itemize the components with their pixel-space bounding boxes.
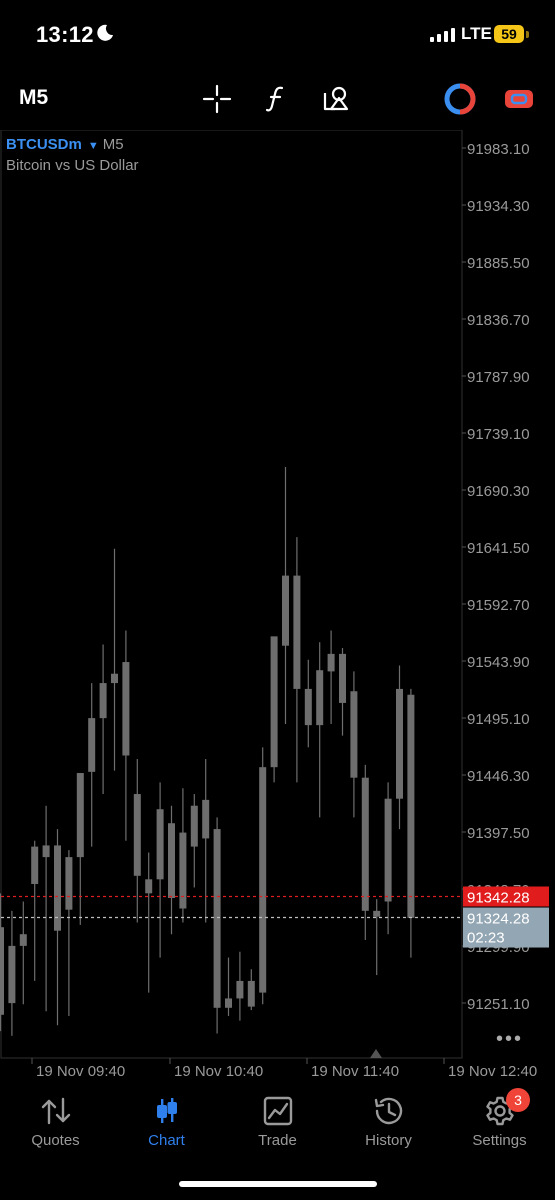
candle-body bbox=[122, 662, 130, 756]
candle-body bbox=[76, 773, 84, 858]
crosshair-icon[interactable] bbox=[200, 82, 234, 116]
bar-countdown-label: 02:23 bbox=[467, 930, 505, 947]
y-tick-label: 91836.70 bbox=[467, 312, 530, 329]
candle-body bbox=[0, 927, 4, 1015]
network-label: LTE bbox=[461, 24, 492, 43]
candle-body bbox=[316, 670, 324, 726]
y-tick-label: 91787.90 bbox=[467, 369, 530, 386]
candle-body bbox=[19, 934, 27, 946]
symbol-dropdown-icon: ▼ bbox=[87, 140, 99, 152]
candle-body bbox=[236, 980, 244, 999]
y-tick-label: 91592.70 bbox=[467, 597, 530, 614]
trade-chart-icon bbox=[222, 1094, 333, 1128]
candle-body bbox=[247, 980, 255, 1007]
nav-history[interactable]: History bbox=[333, 1088, 444, 1168]
settings-notification-badge: 3 bbox=[506, 1088, 530, 1112]
candle-body bbox=[179, 832, 187, 909]
objects-icon[interactable] bbox=[318, 82, 352, 116]
x-tick-label: 19 Nov 11:40 bbox=[311, 1063, 399, 1080]
candle-body bbox=[327, 653, 335, 672]
candle-body bbox=[190, 805, 198, 847]
timeframe-button[interactable]: M5 bbox=[19, 86, 48, 110]
candle-body bbox=[111, 673, 118, 684]
nav-settings[interactable]: 3 Settings bbox=[444, 1088, 555, 1168]
candle-body bbox=[133, 794, 141, 876]
candle-body bbox=[99, 683, 107, 719]
candle-body bbox=[8, 945, 16, 1004]
symbol-name: BTCUSDm bbox=[6, 136, 82, 153]
nav-trade[interactable]: Trade bbox=[222, 1088, 333, 1168]
candle-body bbox=[350, 691, 358, 778]
signal-icon bbox=[430, 28, 455, 42]
nav-history-label: History bbox=[365, 1132, 412, 1149]
battery-icon: 59 bbox=[494, 25, 524, 43]
candle-body bbox=[145, 879, 153, 894]
nav-trade-label: Trade bbox=[258, 1132, 297, 1149]
x-tick-label: 19 Nov 10:40 bbox=[174, 1063, 263, 1080]
candle-body bbox=[213, 829, 221, 1008]
chart-plot-frame bbox=[0, 130, 463, 1059]
nav-chart-label: Chart bbox=[148, 1132, 185, 1149]
y-tick-label: 91251.10 bbox=[467, 996, 530, 1013]
moon-icon bbox=[97, 24, 113, 41]
y-tick-label: 91885.50 bbox=[467, 255, 530, 272]
battery-cap bbox=[526, 31, 529, 38]
candle-body bbox=[259, 767, 267, 993]
candle-body bbox=[282, 575, 289, 646]
x-tick-label: 19 Nov 09:40 bbox=[36, 1063, 125, 1080]
bid-price-label: 91324.28 bbox=[467, 911, 530, 928]
nav-settings-label: Settings bbox=[472, 1132, 527, 1149]
candle-body bbox=[373, 910, 381, 917]
chart-toolbar: M5 bbox=[0, 72, 555, 126]
candle-body bbox=[42, 845, 50, 858]
candle-body bbox=[396, 688, 403, 799]
home-indicator[interactable] bbox=[179, 1181, 377, 1187]
candle-body bbox=[384, 798, 392, 902]
ask-price-label: 91342.28 bbox=[467, 889, 530, 906]
symbol-description: Bitcoin vs US Dollar bbox=[6, 157, 139, 174]
candle-body bbox=[361, 777, 369, 911]
candle-body bbox=[339, 653, 346, 703]
nav-quotes-label: Quotes bbox=[31, 1132, 80, 1149]
one-click-trading-icon[interactable] bbox=[502, 82, 536, 116]
y-tick-label: 91397.50 bbox=[467, 825, 530, 842]
settings-gear-icon bbox=[444, 1094, 555, 1128]
candle-body bbox=[65, 857, 73, 910]
status-bar: 13:12 LTE 59 bbox=[0, 0, 555, 70]
y-tick-label: 91739.10 bbox=[467, 426, 530, 443]
nav-chart[interactable]: Chart bbox=[111, 1088, 222, 1168]
candle-body bbox=[270, 636, 278, 768]
y-tick-label: 91495.10 bbox=[467, 711, 530, 728]
function-icon[interactable] bbox=[259, 82, 293, 116]
y-tick-label: 91641.50 bbox=[467, 540, 530, 557]
candle-body bbox=[168, 823, 175, 898]
candle-body bbox=[88, 718, 96, 772]
candle-body bbox=[31, 846, 39, 884]
trade-icon[interactable] bbox=[443, 82, 477, 116]
candle-body bbox=[202, 799, 210, 839]
more-options-icon[interactable]: ••• bbox=[496, 1028, 523, 1051]
y-tick-label: 91446.30 bbox=[467, 768, 530, 785]
y-tick-label: 91934.30 bbox=[467, 198, 530, 215]
status-time: 13:12 bbox=[36, 22, 94, 47]
y-tick-label: 91543.90 bbox=[467, 654, 530, 671]
y-tick-label: 91690.30 bbox=[467, 483, 530, 500]
chart-symbol-header[interactable]: BTCUSDm ▼ M5 bbox=[6, 136, 124, 153]
chart-shift-marker bbox=[370, 1049, 382, 1058]
symbol-timeframe: M5 bbox=[102, 136, 124, 153]
history-clock-icon bbox=[333, 1094, 444, 1128]
y-tick-label: 91983.10 bbox=[467, 141, 530, 158]
quotes-arrows-icon bbox=[0, 1094, 111, 1128]
price-chart[interactable]: 91983.10 91934.30 91885.50 91836.70 91787.90… bbox=[0, 130, 555, 1088]
candle-body bbox=[293, 575, 301, 689]
x-tick-label: 19 Nov 12:40 bbox=[448, 1063, 537, 1080]
nav-quotes[interactable]: Quotes bbox=[0, 1088, 111, 1168]
candle-body bbox=[407, 694, 415, 918]
candle-body bbox=[304, 688, 312, 726]
candle-body bbox=[225, 998, 232, 1008]
chart-candles-icon bbox=[111, 1094, 222, 1128]
candle-body bbox=[156, 809, 164, 880]
